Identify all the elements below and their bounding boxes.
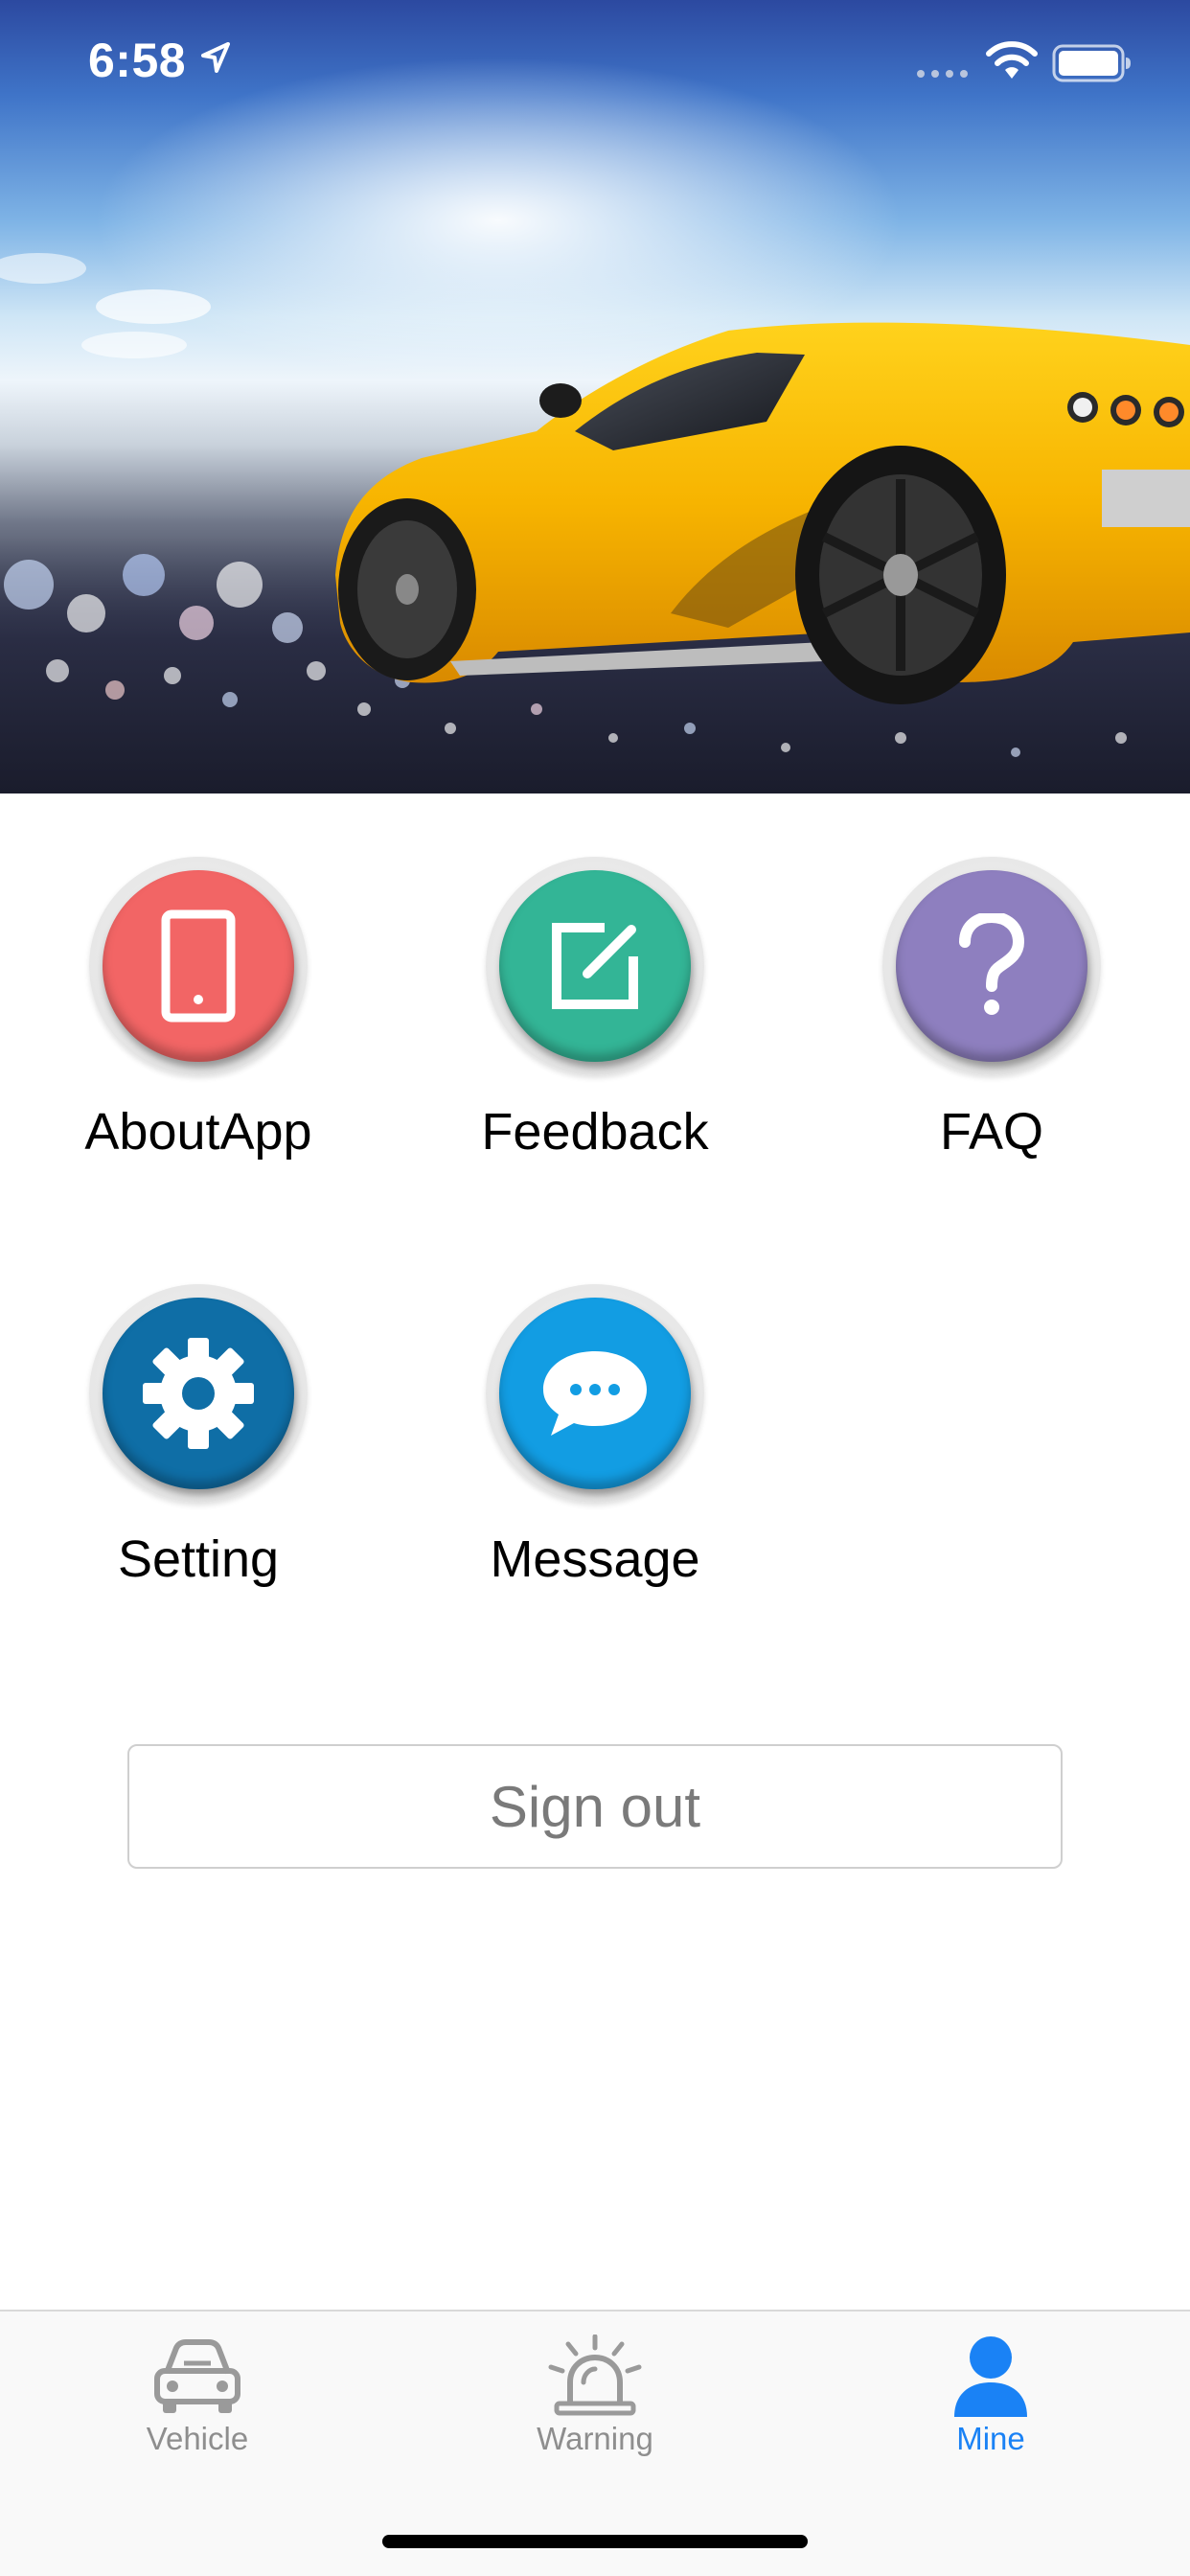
- battery-icon: [1052, 44, 1131, 82]
- menu-label-setting: Setting: [117, 1530, 280, 1588]
- question-icon: [959, 913, 1025, 1015]
- wifi-icon: [986, 41, 1038, 79]
- person-icon: [954, 2336, 1027, 2417]
- status-bar: 6:58: [0, 0, 1190, 126]
- tab-vehicle[interactable]: Vehicle: [54, 2325, 341, 2469]
- rear-wheel: [795, 446, 1006, 704]
- location-arrow-icon: [201, 42, 230, 73]
- alarm-light-icon: [548, 2334, 642, 2416]
- menu-item-faq[interactable]: FAQ: [848, 857, 1135, 1173]
- tab-label-warning: Warning: [537, 2421, 653, 2456]
- menu-label-faq: FAQ: [939, 1103, 1044, 1161]
- tab-mine[interactable]: Mine: [847, 2325, 1134, 2469]
- feedback-button[interactable]: [486, 857, 704, 1075]
- faq-button[interactable]: [882, 857, 1101, 1075]
- setting-button[interactable]: [89, 1284, 308, 1503]
- menu-item-feedback[interactable]: Feedback: [451, 857, 739, 1173]
- about-app-button[interactable]: [89, 857, 308, 1075]
- sign-out-button[interactable]: Sign out: [127, 1744, 1063, 1869]
- phone-icon: [161, 909, 236, 1023]
- menu-item-about-app[interactable]: AboutApp: [55, 857, 342, 1173]
- tab-label-mine: Mine: [956, 2421, 1025, 2456]
- car-icon: [154, 2339, 240, 2413]
- menu-label-about-app: AboutApp: [84, 1103, 312, 1161]
- menu-item-setting[interactable]: Setting: [55, 1284, 342, 1600]
- menu-label-message: Message: [490, 1530, 700, 1588]
- tab-warning[interactable]: Warning: [451, 2325, 739, 2469]
- signal-dots-icon: [917, 70, 968, 78]
- status-time: 6:58: [88, 34, 187, 87]
- menu-label-feedback: Feedback: [481, 1103, 709, 1161]
- message-button[interactable]: [486, 1284, 704, 1503]
- chat-bubble-icon: [543, 1351, 647, 1436]
- home-indicator: [382, 2535, 808, 2548]
- gear-icon: [143, 1338, 254, 1449]
- edit-icon: [552, 923, 638, 1009]
- front-wheel: [338, 498, 476, 680]
- menu-item-message[interactable]: Message: [451, 1284, 739, 1600]
- tab-label-vehicle: Vehicle: [146, 2421, 249, 2456]
